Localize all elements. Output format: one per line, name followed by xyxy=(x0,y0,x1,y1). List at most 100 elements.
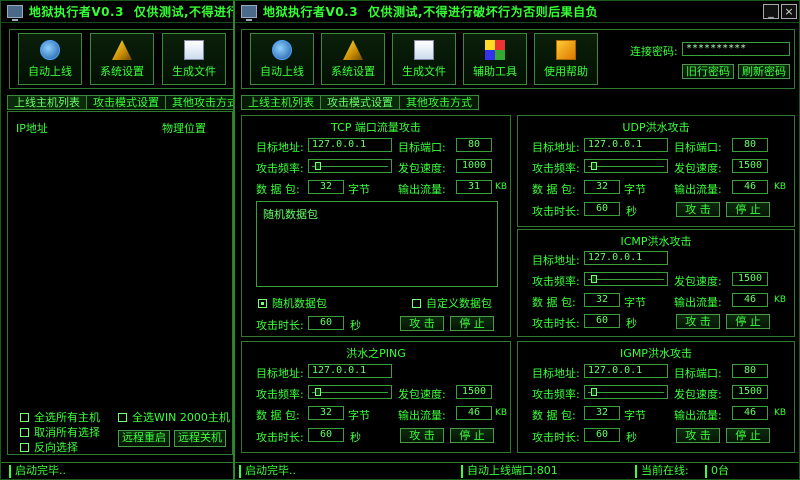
tcp-packet-input[interactable]: 32 xyxy=(308,180,344,194)
back-tab-host-list[interactable]: 上线主机列表 xyxy=(7,95,87,110)
ping-duration-label: 攻击时长: xyxy=(256,431,304,444)
tools-button[interactable]: 辅助工具 xyxy=(463,33,527,85)
igmp-stop-button[interactable]: 停 止 xyxy=(726,428,770,443)
igmp-rate-label: 攻击频率: xyxy=(532,388,580,401)
ping-output-input[interactable]: 46 xyxy=(456,406,492,420)
ping-output-label: 输出流量: xyxy=(398,409,446,422)
remote-shutdown-button[interactable]: 远程关机 xyxy=(174,430,226,447)
system-settings-button[interactable]: 系统设置 xyxy=(321,33,385,85)
ping-packet-input[interactable]: 32 xyxy=(308,406,344,420)
tcp-random-packet-radio[interactable]: 随机数据包 xyxy=(258,295,327,311)
igmp-target-input[interactable]: 127.0.0.1 xyxy=(584,364,668,378)
select-win2000-checkbox[interactable]: 全选WIN 2000主机 xyxy=(118,409,230,425)
help-button[interactable]: 使用帮助 xyxy=(534,33,598,85)
tcp-target-input[interactable]: 127.0.0.1 xyxy=(308,138,392,152)
front-tabs: 上线主机列表 攻击模式设置 其他攻击方式 xyxy=(241,95,479,110)
generate-file-button[interactable]: 生成文件 xyxy=(392,33,456,85)
password-input[interactable]: ********** xyxy=(682,42,790,56)
igmp-attack-button[interactable]: 攻 击 xyxy=(676,428,720,443)
udp-duration-label: 攻击时长: xyxy=(532,205,580,218)
udp-stop-button[interactable]: 停 止 xyxy=(726,202,770,217)
tcp-stop-button[interactable]: 停 止 xyxy=(450,316,494,331)
refresh-icon xyxy=(272,40,292,60)
udp-packet-label: 数 据 包: xyxy=(532,183,576,196)
apply-password-button[interactable]: 旧行密码 xyxy=(682,64,734,79)
tab-attack-settings[interactable]: 攻击模式设置 xyxy=(320,95,400,110)
refresh-icon xyxy=(40,40,60,60)
host-list-panel: IP地址 物理位置 全选所有主机 全选WIN 2000主机 取消所有选择 反向选… xyxy=(7,111,233,455)
computer-icon xyxy=(241,5,257,21)
tcp-custom-packet-radio[interactable]: 自定义数据包 xyxy=(412,295,492,311)
ping-stop-button[interactable]: 停 止 xyxy=(450,428,494,443)
icmp-rate-slider[interactable] xyxy=(584,272,668,286)
igmp-target-label: 目标地址: xyxy=(532,367,580,380)
igmp-port-input[interactable]: 80 xyxy=(732,364,768,378)
tcp-duration-unit: 秒 xyxy=(350,319,361,332)
deselect-all-checkbox[interactable]: 取消所有选择 xyxy=(20,424,100,440)
front-window: 地狱执行者V0.3 仅供测试,不得进行破坏行为否则后果自负 _ × 自动上线 系统… xyxy=(233,0,800,480)
tab-host-list[interactable]: 上线主机列表 xyxy=(241,95,321,110)
udp-packet-input[interactable]: 32 xyxy=(584,180,620,194)
close-button[interactable]: × xyxy=(781,4,797,19)
igmp-rate-slider[interactable] xyxy=(584,385,668,399)
front-status-bar: 启动完毕.. 自动上线端口:801 当前在线: 0台 xyxy=(235,462,799,479)
back-auto-online-button[interactable]: 自动上线 xyxy=(18,33,82,85)
tcp-rate-slider[interactable] xyxy=(308,159,392,173)
tcp-speed-input[interactable]: 1000 xyxy=(456,159,492,173)
tcp-speed-label: 发包速度: xyxy=(398,162,446,175)
tcp-duration-input[interactable]: 60 xyxy=(308,316,344,330)
igmp-packet-input[interactable]: 32 xyxy=(584,406,620,420)
udp-output-unit: KB xyxy=(774,182,787,192)
udp-rate-slider[interactable] xyxy=(584,159,668,173)
igmp-duration-input[interactable]: 60 xyxy=(584,428,620,442)
select-all-checkbox[interactable]: 全选所有主机 xyxy=(20,409,100,425)
udp-duration-unit: 秒 xyxy=(626,205,637,218)
tab-other-attacks[interactable]: 其他攻击方式 xyxy=(399,95,479,110)
back-generate-file-button[interactable]: 生成文件 xyxy=(162,33,226,85)
udp-attack-button[interactable]: 攻 击 xyxy=(676,202,720,217)
remote-restart-button[interactable]: 远程重启 xyxy=(118,430,170,447)
ping-attack-button[interactable]: 攻 击 xyxy=(400,428,444,443)
ping-speed-input[interactable]: 1500 xyxy=(456,385,492,399)
ping-target-input[interactable]: 127.0.0.1 xyxy=(308,364,392,378)
front-title-bar[interactable]: 地狱执行者V0.3 仅供测试,不得进行破坏行为否则后果自负 _ × xyxy=(235,1,799,23)
tcp-port-label: 目标端口: xyxy=(398,141,446,154)
udp-speed-input[interactable]: 1500 xyxy=(732,159,768,173)
tcp-packet-textarea[interactable]: 随机数据包 xyxy=(256,201,498,287)
back-settings-button[interactable]: 系统设置 xyxy=(90,33,154,85)
invert-selection-checkbox[interactable]: 反向选择 xyxy=(20,439,78,455)
icmp-stop-button[interactable]: 停 止 xyxy=(726,314,770,329)
tcp-packet-unit: 字节 xyxy=(348,183,370,196)
icmp-speed-input[interactable]: 1500 xyxy=(732,272,768,286)
udp-port-input[interactable]: 80 xyxy=(732,138,768,152)
icmp-output-input[interactable]: 46 xyxy=(732,293,768,307)
icmp-packet-input[interactable]: 32 xyxy=(584,293,620,307)
ping-duration-input[interactable]: 60 xyxy=(308,428,344,442)
refresh-password-button[interactable]: 刷新密码 xyxy=(738,64,790,79)
igmp-port-label: 目标端口: xyxy=(674,367,722,380)
back-tab-attack-settings[interactable]: 攻击模式设置 xyxy=(86,95,166,110)
icmp-output-unit: KB xyxy=(774,295,787,305)
ping-rate-slider[interactable] xyxy=(308,385,392,399)
tcp-attack-panel: TCP 端口流量攻击 目标地址: 127.0.0.1 目标端口: 80 攻击频率… xyxy=(241,115,511,337)
icmp-target-input[interactable]: 127.0.0.1 xyxy=(584,251,668,265)
tcp-port-input[interactable]: 80 xyxy=(456,138,492,152)
ping-duration-unit: 秒 xyxy=(350,431,361,444)
tcp-attack-button[interactable]: 攻 击 xyxy=(400,316,444,331)
udp-duration-input[interactable]: 60 xyxy=(584,202,620,216)
front-toolbar: 自动上线 系统设置 生成文件 辅助工具 使用帮助 连接密码: *********… xyxy=(241,29,795,89)
igmp-speed-input[interactable]: 1500 xyxy=(732,385,768,399)
minimize-button[interactable]: _ xyxy=(763,4,779,19)
icmp-duration-input[interactable]: 60 xyxy=(584,314,620,328)
back-title-bar[interactable]: 地狱执行者V0.3 仅供测试,不得进行 xyxy=(1,1,239,23)
back-status-bar: 启动完毕.. xyxy=(1,462,239,479)
icmp-attack-button[interactable]: 攻 击 xyxy=(676,314,720,329)
tcp-output-input[interactable]: 31 xyxy=(456,180,492,194)
igmp-output-input[interactable]: 46 xyxy=(732,406,768,420)
ip-column-header: IP地址 xyxy=(16,122,48,135)
udp-output-input[interactable]: 46 xyxy=(732,180,768,194)
online-count-value: 0台 xyxy=(705,465,729,478)
auto-online-button[interactable]: 自动上线 xyxy=(250,33,314,85)
udp-target-input[interactable]: 127.0.0.1 xyxy=(584,138,668,152)
igmp-packet-label: 数 据 包: xyxy=(532,409,576,422)
